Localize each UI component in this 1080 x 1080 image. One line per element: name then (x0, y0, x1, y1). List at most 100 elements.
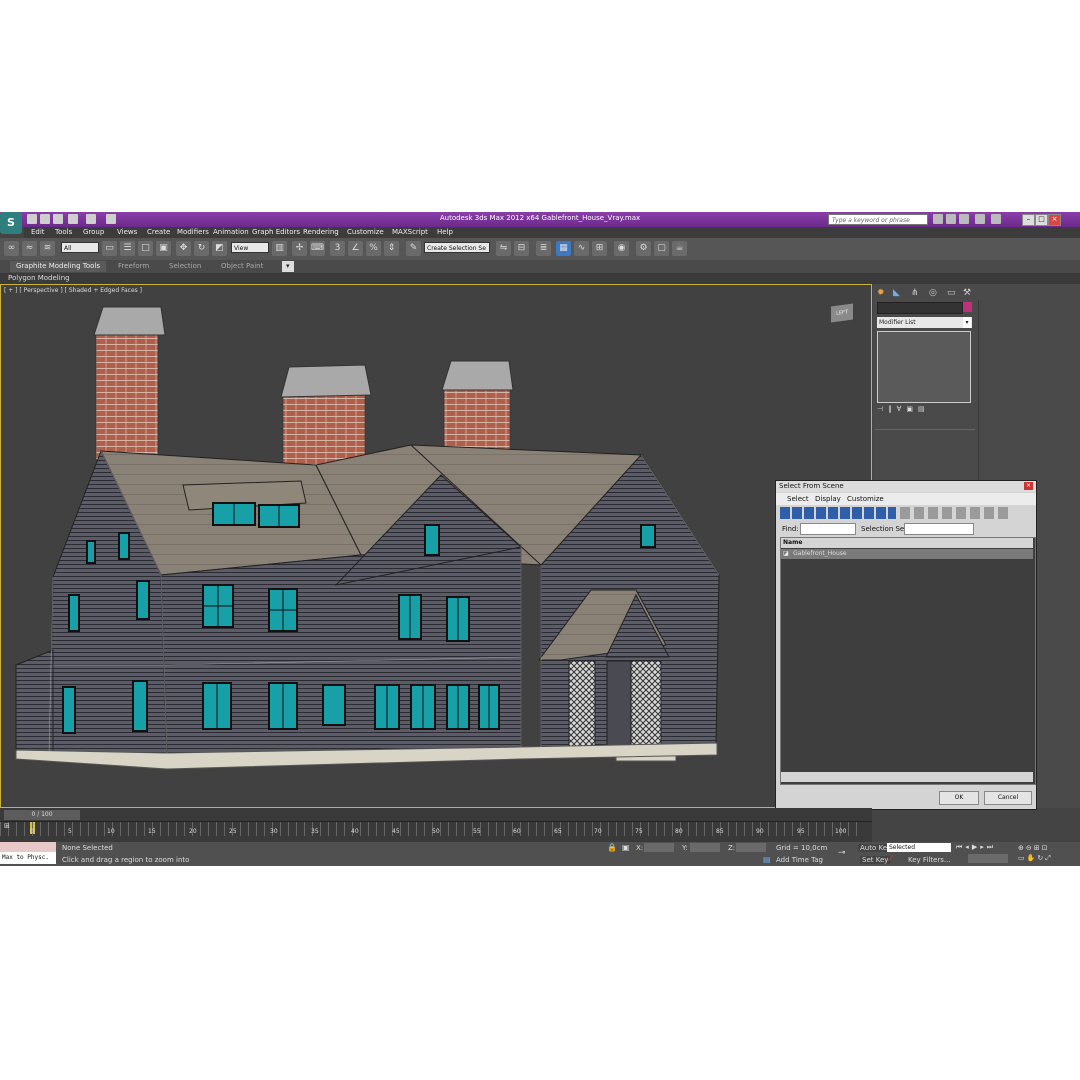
move-icon[interactable]: ✥ (176, 241, 191, 256)
unlink-icon[interactable]: ≈ (22, 241, 37, 256)
display-filter-buttons[interactable] (780, 507, 896, 519)
search-input[interactable]: Type a keyword or phrase (828, 214, 928, 225)
name-column-header[interactable]: Name (781, 538, 1033, 548)
menu-create[interactable]: Create (147, 227, 170, 238)
tab-object-paint[interactable]: Object Paint (221, 261, 263, 272)
modifier-stack[interactable] (877, 331, 971, 403)
dialog-menu-select[interactable]: Select (787, 495, 809, 503)
cancel-button[interactable]: Cancel (984, 791, 1032, 805)
window-crossing-icon[interactable]: ▣ (156, 241, 171, 256)
tab-freeform[interactable]: Freeform (118, 261, 149, 272)
display-tab-icon[interactable]: ▭ (947, 288, 956, 298)
angle-snap-icon[interactable]: ∠ (348, 241, 363, 256)
open-file-icon[interactable] (40, 214, 50, 224)
close-button[interactable]: × (1048, 214, 1061, 226)
render-production-icon[interactable]: ☕ (672, 241, 687, 256)
object-list[interactable]: Name ◪ Gablefront_House (780, 537, 1036, 785)
house-model[interactable] (1, 285, 871, 807)
z-coordinate-field[interactable] (736, 843, 766, 852)
menu-animation[interactable]: Animation (213, 227, 249, 238)
menu-maxscript[interactable]: MAXScript (392, 227, 428, 238)
select-by-name-icon[interactable]: ☰ (120, 241, 135, 256)
scale-icon[interactable]: ◩ (212, 241, 227, 256)
x-coordinate-field[interactable] (644, 843, 674, 852)
select-object-icon[interactable]: ▭ (102, 241, 117, 256)
menu-help[interactable]: Help (437, 227, 453, 238)
lock-selection-icon[interactable]: 🔒 (607, 843, 617, 852)
horizontal-scrollbar[interactable] (781, 772, 1033, 782)
tab-selection[interactable]: Selection (169, 261, 201, 272)
selection-filter-dropdown[interactable]: All (61, 242, 99, 253)
maximize-button[interactable]: □ (1035, 214, 1048, 226)
current-frame-field[interactable] (968, 854, 1008, 863)
object-color-swatch[interactable] (963, 302, 972, 312)
material-editor-icon[interactable]: ◉ (614, 241, 629, 256)
bind-space-warp-icon[interactable]: ≋ (40, 241, 55, 256)
track-bar[interactable] (0, 822, 860, 836)
project-folder-icon[interactable] (106, 214, 116, 224)
dialog-menu-display[interactable]: Display (815, 495, 841, 503)
menu-group[interactable]: Group (83, 227, 104, 238)
subscription-icon[interactable] (946, 214, 956, 224)
menu-views[interactable]: Views (117, 227, 137, 238)
utilities-tab-icon[interactable]: ⚒ (963, 288, 971, 298)
hierarchy-tab-icon[interactable]: ⋔ (911, 288, 919, 298)
key-filters-button[interactable]: Key Filters... (908, 856, 951, 864)
align-icon[interactable]: ⊟ (514, 241, 529, 256)
rectangular-selection-icon[interactable]: □ (138, 241, 153, 256)
minimize-button[interactable]: – (1022, 214, 1035, 226)
select-manipulate-icon[interactable]: ✢ (292, 241, 307, 256)
ribbon-options-icon[interactable]: ▾ (282, 261, 294, 272)
selection-set-dropdown[interactable] (904, 523, 974, 535)
render-setup-icon[interactable]: ⚙ (636, 241, 651, 256)
help-icon[interactable] (991, 214, 1001, 224)
key-mode-dropdown[interactable]: Selected (887, 843, 951, 852)
playback-controls[interactable]: ⏮◂▶▸⏭ (956, 843, 1016, 852)
y-coordinate-field[interactable] (690, 843, 720, 852)
select-link-icon[interactable]: ∞ (4, 241, 19, 256)
schematic-view-icon[interactable]: ⊞ (592, 241, 607, 256)
motion-tab-icon[interactable]: ◎ (929, 288, 937, 298)
ok-button[interactable]: OK (939, 791, 979, 805)
percent-snap-icon[interactable]: % (366, 241, 381, 256)
app-logo-icon[interactable]: S (0, 212, 22, 234)
set-key-button[interactable]: Set Key (860, 856, 891, 864)
curve-editor-icon[interactable]: ∿ (574, 241, 589, 256)
dialog-menu-customize[interactable]: Customize (847, 495, 884, 503)
rendered-frame-window-icon[interactable]: ▢ (654, 241, 669, 256)
pivot-center-icon[interactable]: ▥ (272, 241, 287, 256)
find-input[interactable] (800, 523, 856, 535)
menu-rendering[interactable]: Rendering (303, 227, 339, 238)
absolute-mode-icon[interactable]: ▣ (622, 843, 630, 852)
modify-tab-icon[interactable]: ◣ (893, 288, 900, 298)
binoculars-icon[interactable] (933, 214, 943, 224)
create-tab-icon[interactable]: ✹ (877, 288, 885, 298)
save-file-icon[interactable] (53, 214, 63, 224)
reference-coordinate-dropdown[interactable]: View (231, 242, 269, 253)
menu-tools[interactable]: Tools (55, 227, 72, 238)
graphite-toggle-icon[interactable]: ▦ (556, 241, 571, 256)
tab-graphite-modeling-tools[interactable]: Graphite Modeling Tools (10, 261, 107, 272)
menu-customize[interactable]: Customize (347, 227, 384, 238)
mirror-icon[interactable]: ⇋ (496, 241, 511, 256)
named-selection-set-dropdown[interactable]: Create Selection Se (424, 242, 490, 253)
menu-edit[interactable]: Edit (31, 227, 45, 238)
maxscript-listener-top[interactable] (0, 842, 56, 852)
ribbon-panel-polygon-modeling[interactable]: Polygon Modeling (0, 273, 1080, 284)
dialog-close-icon[interactable]: × (1024, 482, 1033, 490)
menu-graph-editors[interactable]: Graph Editors (252, 227, 300, 238)
menu-modifiers[interactable]: Modifiers (177, 227, 209, 238)
perspective-viewport[interactable]: [ + ] [ Perspective ] [ Shaded + Edged F… (0, 284, 872, 808)
list-item[interactable]: ◪ Gablefront_House (781, 549, 1033, 559)
snaps-toggle-icon[interactable]: 3 (330, 241, 345, 256)
spinner-snap-icon[interactable]: ⇕ (384, 241, 399, 256)
star-icon[interactable] (975, 214, 985, 224)
object-name-field[interactable] (877, 302, 963, 314)
list-option-buttons[interactable] (900, 507, 1010, 519)
add-time-tag-button[interactable]: Add Time Tag (776, 856, 823, 864)
rotate-icon[interactable]: ↻ (194, 241, 209, 256)
time-slider[interactable]: 0 / 100 (4, 810, 80, 820)
redo-icon[interactable] (86, 214, 96, 224)
mini-curve-editor-icon[interactable]: ⊞ (4, 822, 18, 834)
viewport-navigation-controls[interactable]: ⊕⊖⊞⊡ ▭✋↻⤢ (1018, 843, 1078, 863)
